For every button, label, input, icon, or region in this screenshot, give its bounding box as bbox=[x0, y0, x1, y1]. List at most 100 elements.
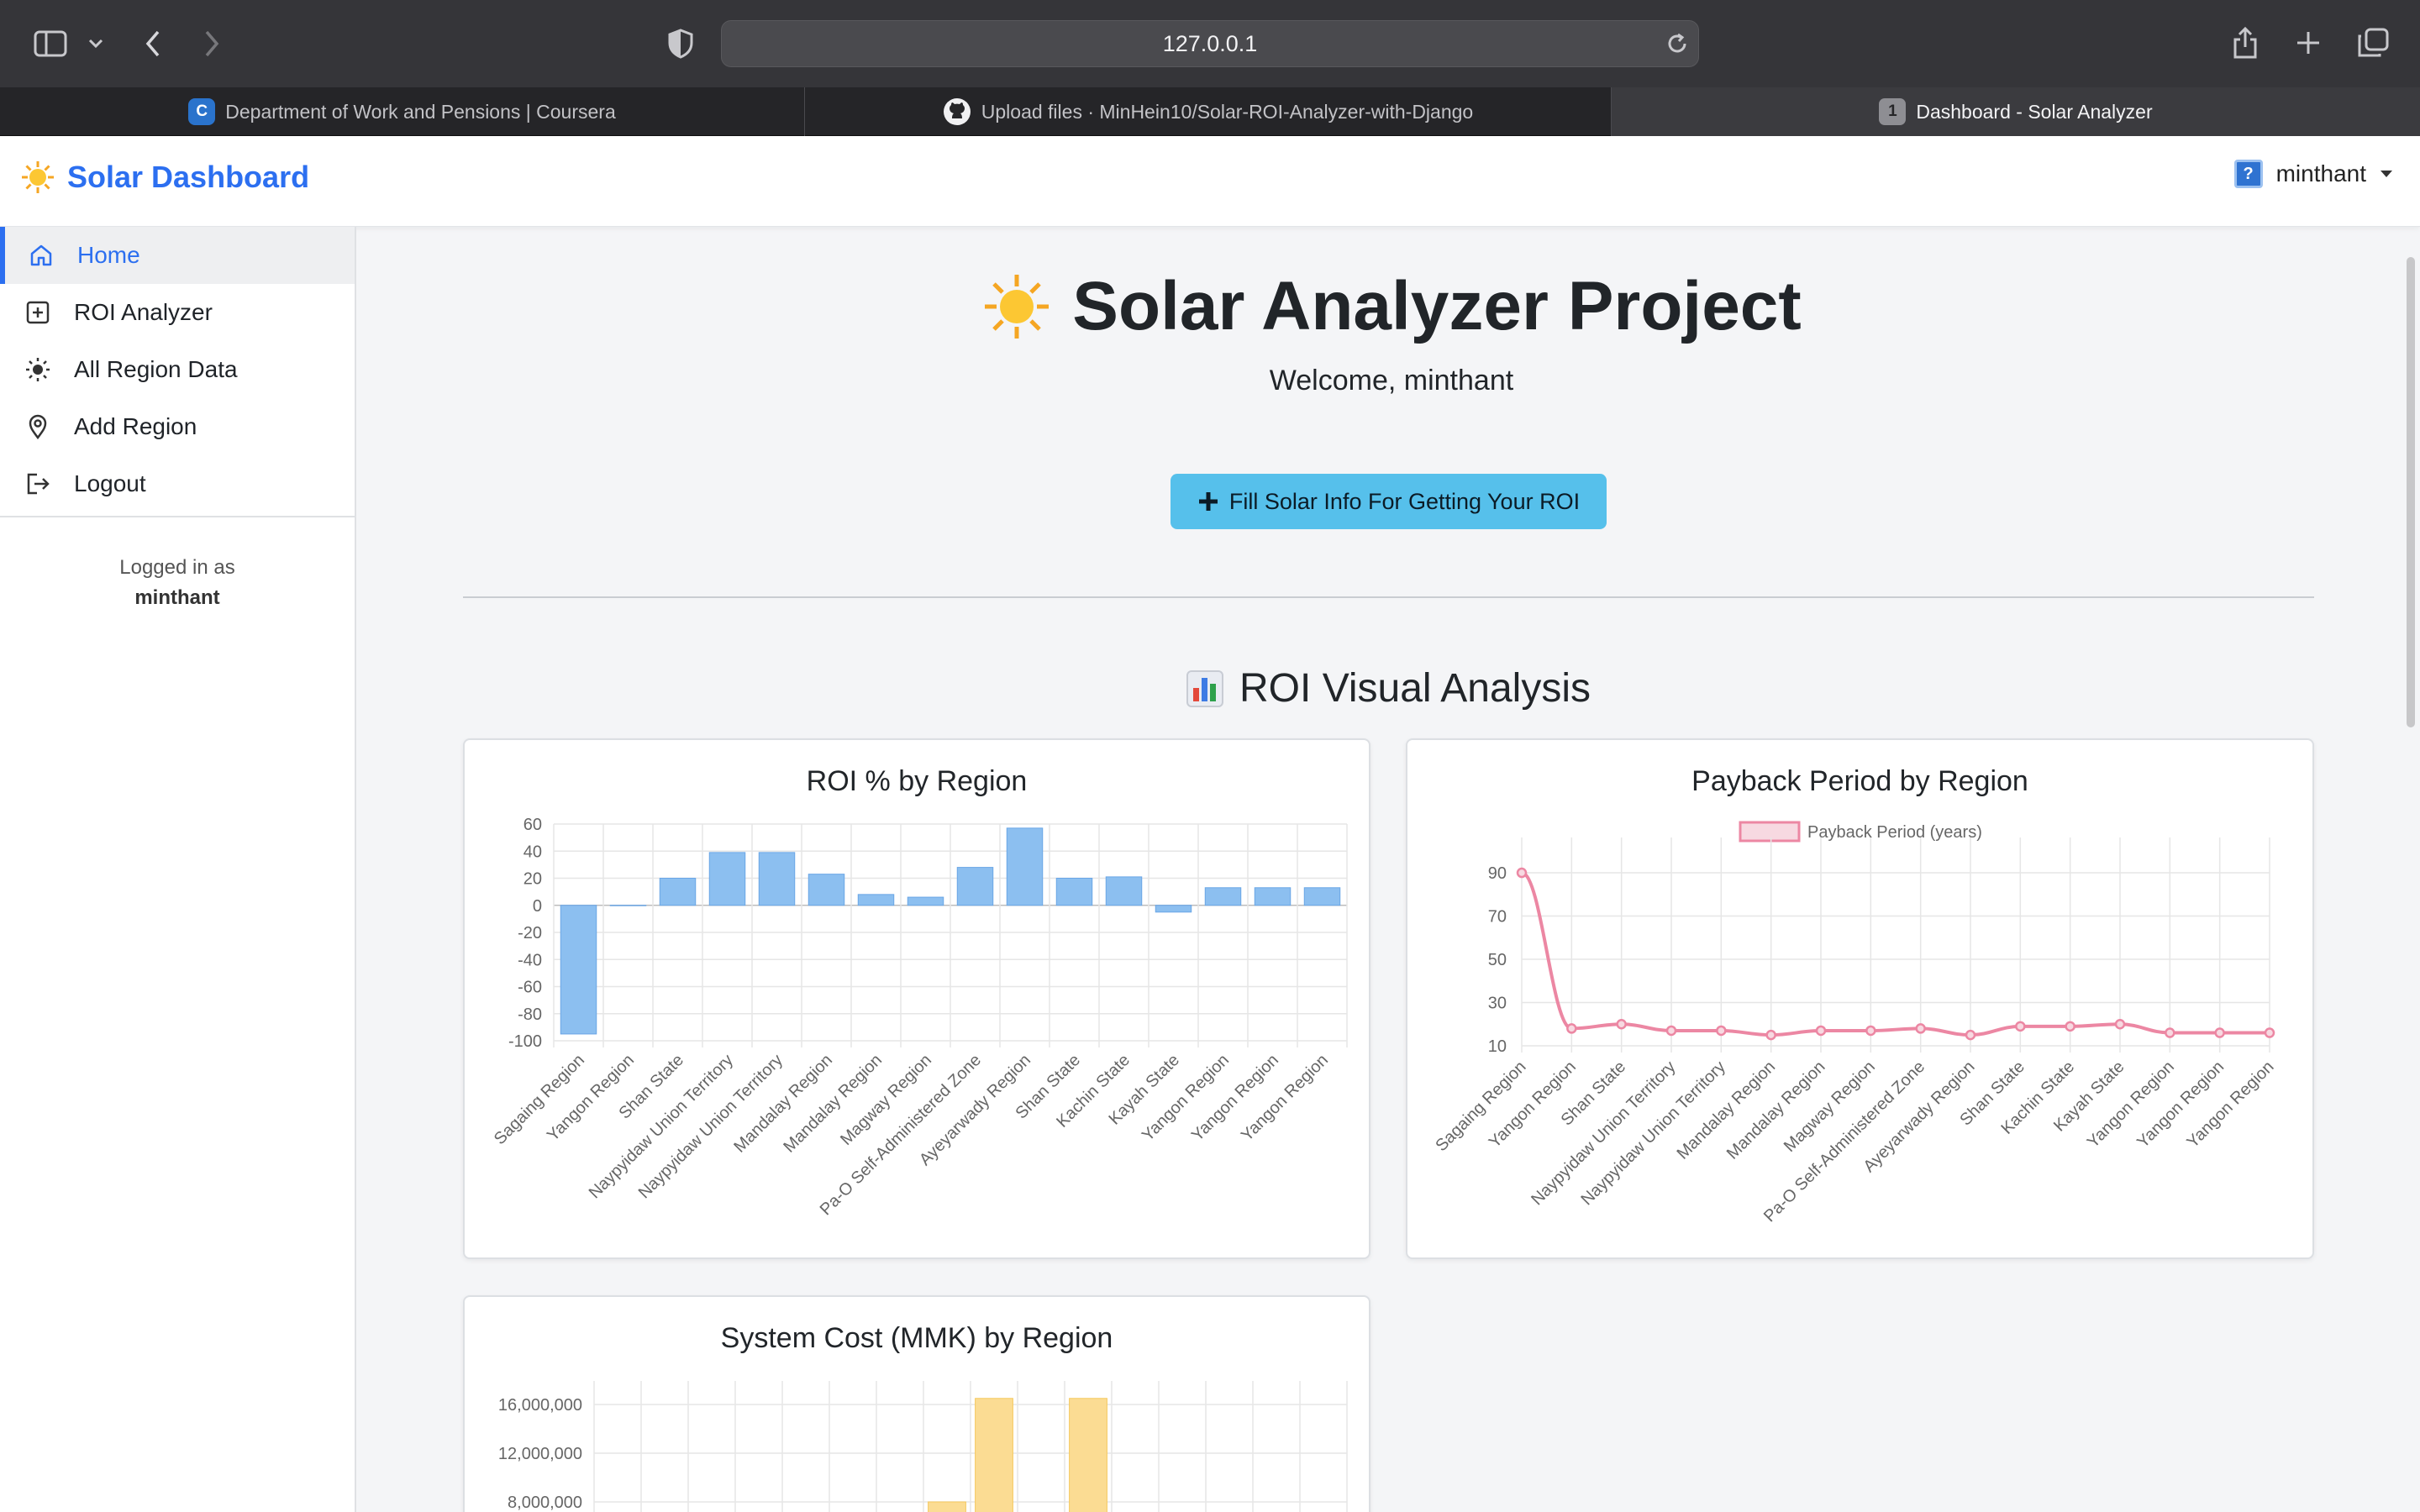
payback-point bbox=[1965, 1029, 1976, 1041]
roi-bar bbox=[1155, 905, 1192, 913]
y-tick-label: 12,000,000 bbox=[498, 1445, 582, 1463]
payback-point bbox=[1716, 1025, 1727, 1037]
roi-bar bbox=[956, 867, 994, 906]
y-tick-label: -40 bbox=[518, 951, 542, 969]
plus-square-icon bbox=[26, 301, 50, 324]
page-scrollbar[interactable] bbox=[2407, 257, 2415, 727]
payback-point bbox=[2065, 1021, 2075, 1032]
logged-in-info: Logged in as minthant bbox=[0, 553, 355, 613]
y-tick-label: 60 bbox=[523, 816, 542, 834]
sidebar-item-label: Home bbox=[77, 242, 140, 268]
sidebar-divider bbox=[0, 516, 355, 517]
section-divider bbox=[463, 596, 2314, 598]
y-tick-label: 40 bbox=[523, 843, 542, 861]
sidebar-item-home[interactable]: Home bbox=[0, 227, 355, 284]
y-tick-label: -100 bbox=[508, 1032, 542, 1051]
cta-label: Fill Solar Info For Getting Your ROI bbox=[1228, 488, 1581, 514]
y-tick-label: 0 bbox=[533, 897, 542, 916]
cost-bar-chart: 16,000,000 12,000,000 8,000,000 bbox=[498, 1381, 1348, 1512]
logged-in-label: Logged in as bbox=[119, 556, 235, 579]
reload-icon[interactable] bbox=[1665, 32, 1689, 55]
y-tick-label: 8,000,000 bbox=[508, 1494, 582, 1512]
section-title: ROI Visual Analysis bbox=[356, 665, 2420, 711]
payback-line-chart: Payback Period (years) 90 70 50 30 10 Sagaing … bbox=[1432, 821, 2278, 1226]
map-pin-icon bbox=[29, 414, 47, 439]
tab-bar: C Department of Work and Pensions | Cour… bbox=[0, 87, 2420, 136]
x-tick-label: Yangon Region bbox=[1238, 1051, 1332, 1145]
sun-icon bbox=[985, 275, 1050, 339]
section-title-text: ROI Visual Analysis bbox=[1239, 666, 1591, 711]
logged-in-user: minthant bbox=[134, 586, 220, 609]
user-dropdown[interactable]: ? minthant bbox=[2233, 160, 2393, 188]
roi-bar bbox=[1055, 878, 1093, 906]
roi-bar-chart: 6040200-20-40-60-80-100Sagaing RegionYan… bbox=[491, 816, 1348, 1219]
x-tick-label: Yangon Region bbox=[2133, 1058, 2228, 1152]
x-tick-label: Yangon Region bbox=[1139, 1051, 1233, 1145]
payback-point bbox=[1665, 1025, 1677, 1037]
new-tab-icon[interactable] bbox=[2294, 29, 2323, 57]
payback-point bbox=[1516, 867, 1528, 879]
sidebar-item-all-region-data[interactable]: All Region Data bbox=[0, 341, 355, 398]
sidebar-item-roi-analyzer[interactable]: ROI Analyzer bbox=[0, 284, 355, 341]
tab-title: Upload files · MinHein10/Solar-ROI-Analy… bbox=[981, 100, 1474, 123]
x-tick-label: Magway Region bbox=[1781, 1058, 1879, 1156]
sun-icon bbox=[22, 161, 54, 193]
plus-icon bbox=[1198, 492, 1218, 511]
sidebar-item-add-region[interactable]: Add Region bbox=[0, 398, 355, 455]
y-tick-label: 10 bbox=[1488, 1037, 1507, 1056]
y-tick-label: 90 bbox=[1488, 864, 1507, 883]
top-navbar: Solar Dashboard ? minthant bbox=[0, 136, 2420, 227]
welcome-text: Welcome, minthant bbox=[1269, 365, 1514, 396]
tab-coursera[interactable]: C Department of Work and Pensions | Cour… bbox=[0, 87, 805, 136]
x-tick-label: Yangon Region bbox=[1188, 1051, 1282, 1145]
tab-title: Dashboard - Solar Analyzer bbox=[1916, 100, 2153, 123]
address-bar[interactable]: 127.0.0.1 bbox=[721, 20, 1699, 67]
sidebar-item-label: Add Region bbox=[74, 413, 197, 439]
x-tick-label: Magway Region bbox=[837, 1051, 935, 1149]
roi-bar bbox=[907, 896, 944, 906]
tab-overview-icon[interactable] bbox=[2356, 27, 2390, 59]
page-title-text: Solar Analyzer Project bbox=[1072, 268, 1802, 344]
sidebar-item-label: ROI Analyzer bbox=[74, 299, 213, 325]
privacy-shield-icon[interactable] bbox=[667, 29, 694, 59]
payback-point bbox=[2264, 1027, 2275, 1038]
sidebar-item-label: Logout bbox=[74, 470, 146, 496]
sidebar-toggle-icon[interactable] bbox=[34, 30, 67, 57]
roi-chart-card: ROI % by Region 60 40 20 0 -20 -40 -60 -80 -100 S… bbox=[463, 738, 1370, 1259]
roi-bar bbox=[1105, 876, 1143, 906]
chevron-down-icon[interactable] bbox=[87, 37, 104, 50]
tab-github[interactable]: Upload files · MinHein10/Solar-ROI-Analy… bbox=[805, 87, 1612, 136]
x-tick-label: Sagaing Region bbox=[1432, 1058, 1529, 1155]
roi-bar bbox=[1254, 887, 1292, 906]
page-title: Solar Analyzer Project bbox=[776, 267, 2007, 346]
roi-bar bbox=[1303, 887, 1341, 906]
cost-chart-card: System Cost (MMK) by Region 16,000,000 12… bbox=[463, 1295, 1370, 1512]
roi-bar bbox=[1204, 887, 1242, 906]
sidebar-item-logout[interactable]: Logout bbox=[0, 455, 355, 512]
x-tick-label: Yangon Region bbox=[1486, 1058, 1580, 1152]
payback-line bbox=[1521, 871, 2270, 1037]
share-icon[interactable] bbox=[2232, 25, 2259, 60]
back-icon[interactable] bbox=[143, 29, 163, 59]
tab-dashboard[interactable]: 1 Dashboard - Solar Analyzer bbox=[1612, 87, 2420, 136]
roi-bar bbox=[857, 894, 895, 906]
logout-icon bbox=[27, 473, 50, 495]
payback-chart-card: Payback Period by Region Payback Period … bbox=[1406, 738, 2314, 1259]
fill-solar-info-button[interactable]: Fill Solar Info For Getting Your ROI bbox=[1171, 474, 1607, 529]
cost-bar bbox=[928, 1501, 966, 1512]
payback-point bbox=[1815, 1025, 1827, 1037]
brand-link[interactable]: Solar Dashboard bbox=[20, 160, 309, 195]
coursera-icon: C bbox=[188, 98, 216, 125]
roi-bar bbox=[708, 852, 746, 906]
payback-point bbox=[1616, 1019, 1627, 1030]
y-tick-label: 30 bbox=[1488, 995, 1507, 1013]
y-tick-label: -60 bbox=[518, 979, 542, 997]
payback-point bbox=[2165, 1027, 2175, 1038]
payback-point bbox=[2214, 1027, 2225, 1038]
forward-icon[interactable] bbox=[202, 29, 222, 59]
payback-point bbox=[1765, 1029, 1776, 1041]
home-icon bbox=[30, 244, 52, 266]
payback-point bbox=[1865, 1025, 1876, 1037]
tab-title: Department of Work and Pensions | Course… bbox=[225, 100, 616, 123]
caret-down-icon bbox=[2381, 171, 2392, 177]
